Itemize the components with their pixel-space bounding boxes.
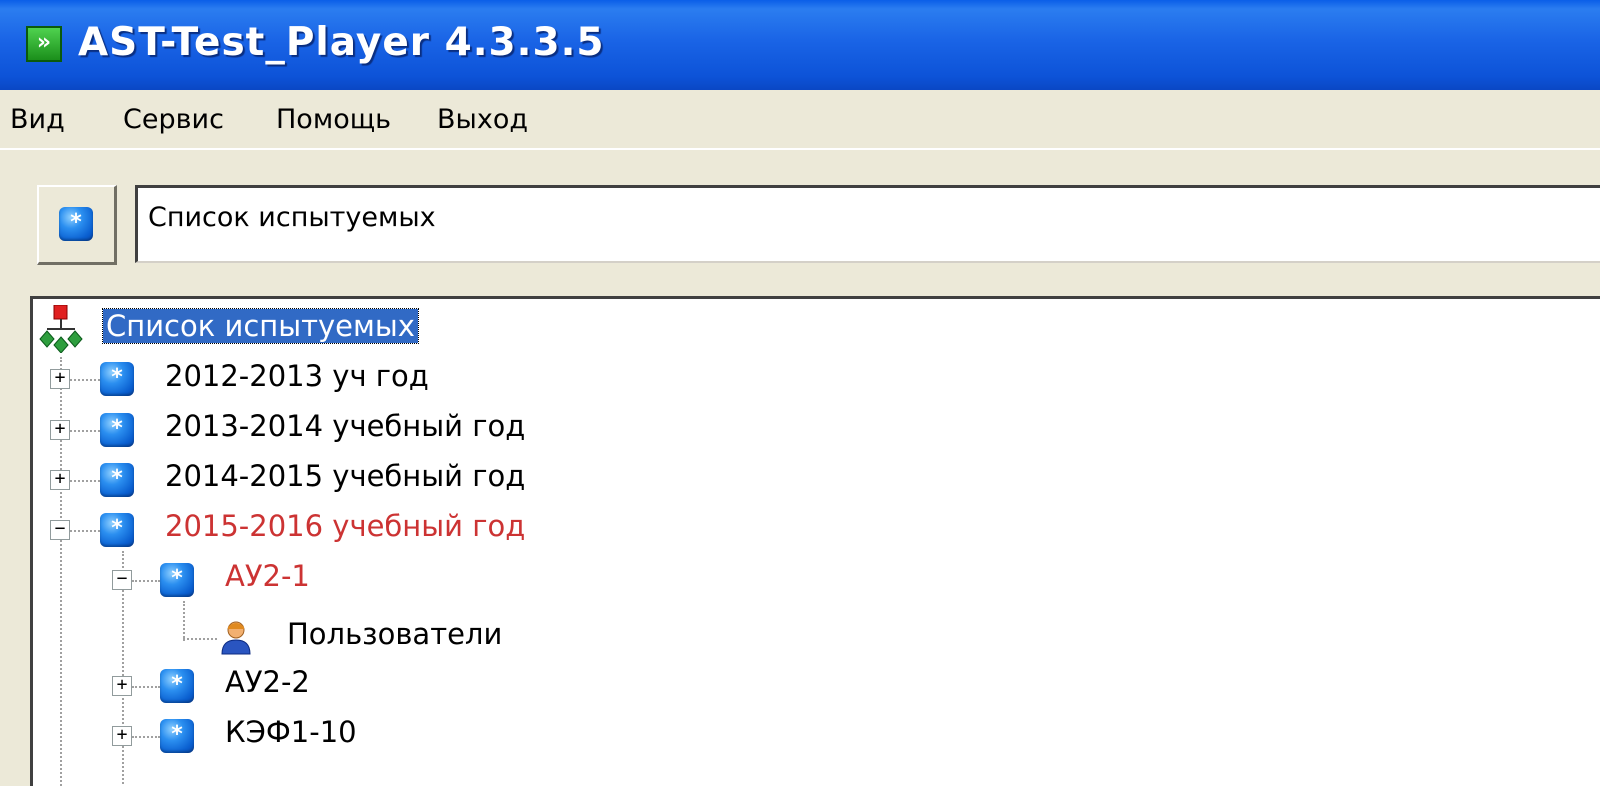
tree-node-label[interactable]: АУ2-2 bbox=[225, 665, 310, 699]
tree-line bbox=[132, 686, 160, 688]
tree-node-label[interactable]: 2014-2015 учебный год bbox=[165, 459, 525, 493]
title-bar[interactable]: » AST-Test_Player 4.3.3.5 bbox=[0, 0, 1600, 90]
group-select-button[interactable] bbox=[37, 185, 117, 265]
current-path-field[interactable]: Список испытуемых bbox=[135, 185, 1600, 263]
menu-help[interactable]: Помощь bbox=[276, 104, 391, 135]
expand-icon[interactable]: + bbox=[112, 676, 132, 696]
collapse-icon[interactable]: − bbox=[50, 520, 70, 540]
tree-line bbox=[70, 379, 100, 381]
tree-line bbox=[70, 480, 100, 482]
tree-line bbox=[132, 580, 160, 582]
hierarchy-icon bbox=[39, 305, 83, 353]
menu-bar: Вид Сервис Помощь Выход bbox=[0, 90, 1600, 148]
tree-line bbox=[183, 638, 217, 640]
menu-service[interactable]: Сервис bbox=[123, 104, 224, 135]
group-icon bbox=[160, 669, 194, 703]
group-icon bbox=[100, 463, 134, 497]
group-icon bbox=[160, 563, 194, 597]
tree-node-label[interactable]: КЭФ1-10 bbox=[225, 715, 357, 749]
user-icon bbox=[221, 621, 251, 655]
tree-node-label[interactable]: 2013-2014 учебный год bbox=[165, 409, 525, 443]
subjects-tree[interactable]: Список испытуемых + 2012-2013 уч год + 2… bbox=[30, 296, 1600, 786]
app-icon[interactable]: » bbox=[26, 26, 62, 62]
group-icon bbox=[59, 207, 93, 241]
window-title: AST-Test_Player 4.3.3.5 bbox=[78, 20, 605, 65]
expand-icon[interactable]: + bbox=[50, 369, 70, 389]
expand-icon[interactable]: + bbox=[112, 726, 132, 746]
tree-line bbox=[70, 430, 100, 432]
group-icon bbox=[160, 719, 194, 753]
expand-icon[interactable]: + bbox=[50, 420, 70, 440]
tree-node-label[interactable]: 2012-2013 уч год bbox=[165, 359, 429, 393]
tree-node-label[interactable]: 2015-2016 учебный год bbox=[165, 509, 525, 543]
group-icon bbox=[100, 362, 134, 396]
collapse-icon[interactable]: − bbox=[112, 570, 132, 590]
tree-node-label[interactable]: АУ2-1 bbox=[225, 559, 310, 593]
tree-root-label[interactable]: Список испытуемых bbox=[102, 308, 419, 344]
tree-node-label[interactable]: Пользователи bbox=[287, 617, 502, 651]
tree-line bbox=[70, 530, 100, 532]
tree-line bbox=[183, 601, 185, 641]
menu-view[interactable]: Вид bbox=[10, 104, 65, 135]
menu-divider bbox=[0, 148, 1600, 150]
group-icon bbox=[100, 513, 134, 547]
group-icon bbox=[100, 413, 134, 447]
expand-icon[interactable]: + bbox=[50, 470, 70, 490]
tree-line bbox=[132, 736, 160, 738]
menu-exit[interactable]: Выход bbox=[437, 104, 528, 135]
